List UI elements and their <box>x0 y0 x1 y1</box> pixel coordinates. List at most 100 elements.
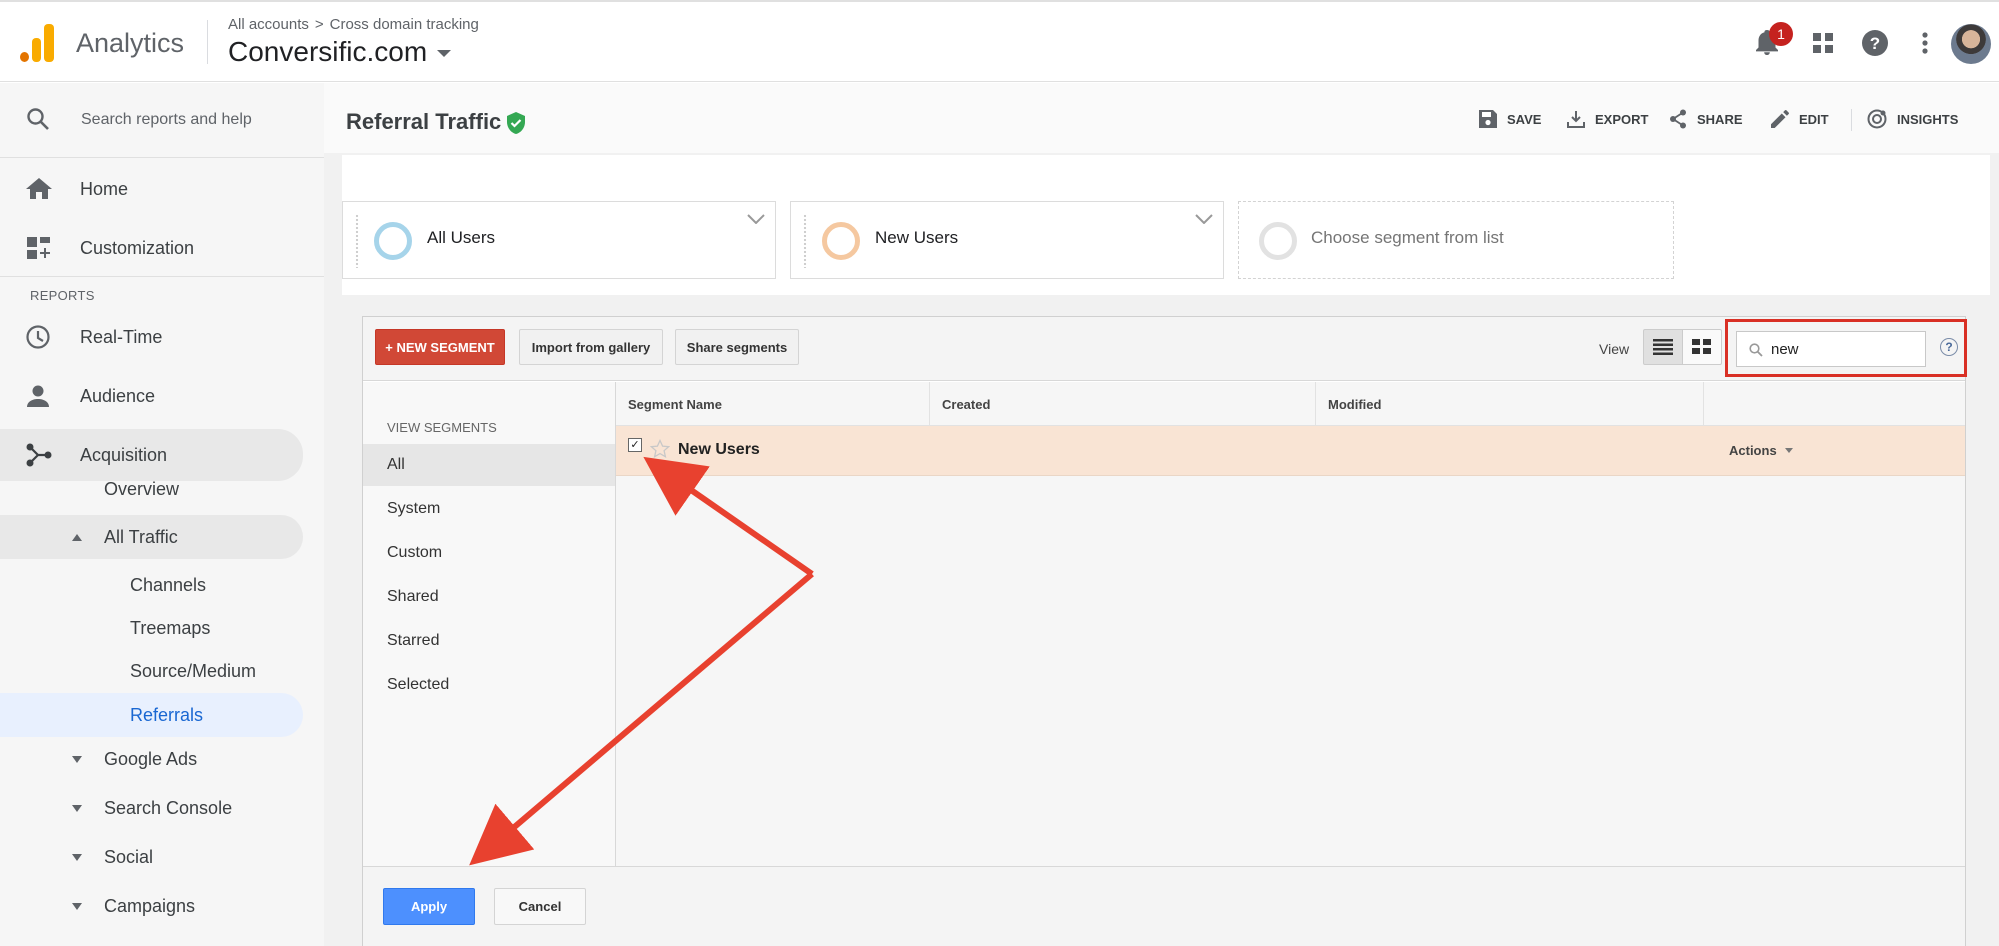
filter-selected[interactable]: Selected <box>363 664 615 706</box>
star-icon[interactable] <box>650 439 670 459</box>
sidebar-search[interactable]: Search reports and help <box>0 83 324 158</box>
sidebar-item-overview[interactable]: Overview <box>104 467 179 511</box>
sidebar-item-google-ads[interactable]: Google Ads <box>72 737 197 781</box>
segment-search-input[interactable] <box>1771 338 1921 360</box>
sidebar-item-label: Audience <box>80 385 156 406</box>
notifications-button[interactable]: 1 <box>1747 20 1793 66</box>
analytics-logo-icon[interactable] <box>20 24 54 62</box>
filter-all[interactable]: All <box>363 444 615 486</box>
reports-section-label: REPORTS <box>30 288 95 303</box>
segment-row-name: New Users <box>678 441 760 458</box>
segment-ring-icon <box>374 222 412 260</box>
sidebar-item-label: Campaigns <box>104 895 196 916</box>
help-icon[interactable]: ? <box>1940 338 1958 356</box>
more-options-button[interactable] <box>1905 20 1945 66</box>
report-header: Referral Traffic SAVE EXPORT SHARE EDIT <box>324 83 1999 153</box>
sidebar-item-social[interactable]: Social <box>72 835 153 879</box>
sidebar-item-label: Real-Time <box>80 326 163 347</box>
sidebar-item-source-medium[interactable]: Source/Medium <box>130 649 256 693</box>
share-segments-button[interactable]: Share segments <box>675 329 799 365</box>
table-row[interactable]: ✓ New Users Actions <box>616 426 1965 476</box>
property-name[interactable]: Conversific.com <box>228 36 427 67</box>
edit-label: EDIT <box>1799 111 1829 127</box>
sidebar-item-label: All Traffic <box>104 526 178 547</box>
import-from-gallery-button[interactable]: Import from gallery <box>519 329 663 365</box>
share-button[interactable]: SHARE <box>1669 101 1743 137</box>
apply-button[interactable]: Apply <box>383 888 475 925</box>
avatar[interactable] <box>1951 24 1991 64</box>
segment-ring-icon <box>1259 222 1297 260</box>
share-icon <box>1670 109 1686 129</box>
save-button[interactable]: SAVE <box>1479 101 1541 137</box>
table-header: Segment Name Created Modified <box>616 382 1965 426</box>
breadcrumb[interactable]: All accounts > Cross domain tracking <box>228 16 479 33</box>
sidebar-item-label: Treemaps <box>130 617 211 638</box>
sidebar-item-channels[interactable]: Channels <box>130 563 206 607</box>
sidebar-search-placeholder[interactable]: Search reports and help <box>81 111 252 129</box>
new-segment-button[interactable]: + NEW SEGMENT <box>375 329 505 365</box>
segment-checkbox[interactable]: ✓ <box>628 438 642 452</box>
save-icon <box>1479 110 1497 128</box>
sidebar-item-realtime[interactable]: Real-Time <box>0 312 324 362</box>
sidebar-item-label: Channels <box>130 574 207 595</box>
svg-text:?: ? <box>1870 34 1880 53</box>
sidebar-item-campaigns[interactable]: Campaigns <box>72 884 195 928</box>
property-dropdown-icon[interactable] <box>437 50 452 58</box>
help-button[interactable]: ? <box>1855 20 1895 66</box>
dialog-footer: Apply Cancel <box>363 866 1965 946</box>
list-view-icon <box>1653 339 1673 355</box>
sidebar-item-all-traffic[interactable]: All Traffic <box>0 515 303 559</box>
search-icon <box>27 108 49 130</box>
column-segment-name[interactable]: Segment Name <box>616 382 930 426</box>
insights-label: INSIGHTS <box>1897 111 1959 127</box>
insights-button[interactable]: INSIGHTS <box>1867 101 1958 137</box>
segment-placeholder: Choose segment from list <box>1311 228 1504 247</box>
chevron-down-icon[interactable] <box>1195 214 1213 224</box>
sidebar-item-audience[interactable]: Audience <box>0 371 324 421</box>
clock-icon <box>26 325 50 349</box>
expand-icon <box>72 755 82 763</box>
filter-starred[interactable]: Starred <box>363 620 615 662</box>
filter-shared[interactable]: Shared <box>363 576 615 618</box>
breadcrumb-property[interactable]: Cross domain tracking <box>330 16 479 33</box>
sidebar: Search reports and help Home Customizati… <box>0 83 324 946</box>
sidebar-item-home[interactable]: Home <box>0 164 324 214</box>
sidebar-item-label: Overview <box>104 478 180 499</box>
segment-search-field[interactable] <box>1736 331 1926 367</box>
sidebar-item-label: Customization <box>80 237 195 258</box>
segment-slot-empty[interactable]: Choose segment from list <box>1238 201 1674 279</box>
expand-icon <box>72 902 82 910</box>
sidebar-item-label: Social <box>104 846 154 867</box>
export-icon <box>1567 111 1585 128</box>
column-modified[interactable]: Modified <box>1316 382 1704 426</box>
breadcrumb-account[interactable]: All accounts <box>228 16 309 33</box>
export-button[interactable]: EXPORT <box>1567 101 1648 137</box>
filter-custom[interactable]: Custom <box>363 532 615 574</box>
sidebar-item-referrals[interactable]: Referrals <box>0 693 303 737</box>
list-view-toggle[interactable] <box>1643 329 1683 365</box>
segment-slot-new-users[interactable]: New Users <box>790 201 1224 279</box>
segment-slot-all-users[interactable]: All Users <box>342 201 776 279</box>
column-created[interactable]: Created <box>930 382 1316 426</box>
sidebar-item-treemaps[interactable]: Treemaps <box>130 606 210 650</box>
filter-system[interactable]: System <box>363 488 615 530</box>
property-selector[interactable]: Conversific.com <box>228 36 452 68</box>
home-icon <box>26 178 52 199</box>
drag-handle-icon[interactable] <box>355 214 359 268</box>
sidebar-item-search-console[interactable]: Search Console <box>72 786 232 830</box>
apps-button[interactable] <box>1803 20 1843 66</box>
actions-dropdown[interactable]: Actions <box>1729 443 1793 458</box>
page-title: Referral Traffic <box>346 109 502 134</box>
chevron-down-icon[interactable] <box>747 214 765 224</box>
view-segments-label: VIEW SEGMENTS <box>387 420 497 435</box>
expand-icon <box>72 853 82 861</box>
notification-badge: 1 <box>1769 22 1793 46</box>
edit-button[interactable]: EDIT <box>1771 101 1829 137</box>
grid-view-toggle[interactable] <box>1682 329 1722 365</box>
cancel-button[interactable]: Cancel <box>494 888 586 925</box>
collapse-icon <box>72 534 82 541</box>
sidebar-item-customization[interactable]: Customization <box>0 223 324 273</box>
header-divider <box>207 20 208 64</box>
segment-name: New Users <box>875 228 959 247</box>
drag-handle-icon[interactable] <box>803 214 807 268</box>
